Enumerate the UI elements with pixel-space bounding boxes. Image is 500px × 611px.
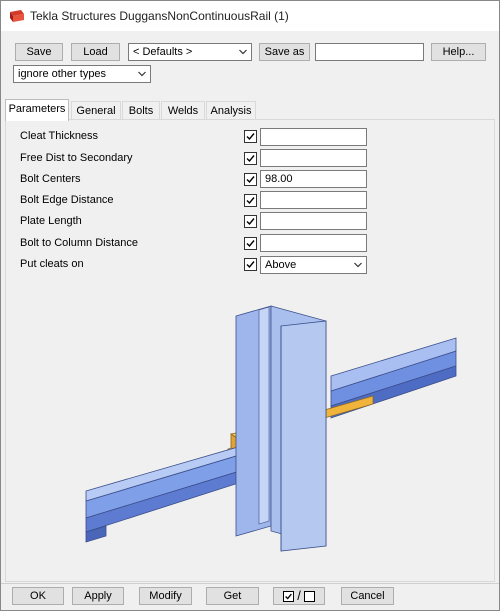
param-input-bolt-to-column[interactable] (260, 234, 367, 252)
checked-box-icon (283, 590, 295, 602)
param-input-bolt-centers[interactable]: 98.00 (260, 170, 367, 188)
right-rail (320, 337, 457, 420)
tab-parameters[interactable]: Parameters (5, 99, 69, 121)
param-input-bolt-edge-distance[interactable] (260, 191, 367, 209)
checkmark-icon (246, 176, 255, 184)
param-input-cleat-thickness[interactable] (260, 128, 367, 146)
chevron-down-icon (239, 49, 247, 55)
checkmark-icon (246, 261, 255, 269)
ok-button[interactable]: OK (12, 587, 64, 605)
param-input-plate-length[interactable] (260, 212, 367, 230)
save-as-name-input[interactable] (315, 43, 424, 61)
tab-general[interactable]: General (71, 101, 121, 120)
window-title: Tekla Structures DuggansNonContinuousRai… (30, 9, 289, 23)
param-label-plate-length: Plate Length (20, 215, 82, 227)
toggle-separator: / (297, 588, 301, 603)
help-button[interactable]: Help... (431, 43, 486, 61)
chevron-down-icon (138, 71, 146, 77)
cancel-button[interactable]: Cancel (341, 587, 394, 605)
footer-separator (1, 583, 499, 584)
checkmark-icon (246, 240, 255, 248)
toggle-all-checkboxes-button[interactable]: / (273, 587, 325, 605)
put-cleats-on-select[interactable]: Above (260, 256, 367, 274)
tab-bolts[interactable]: Bolts (122, 101, 160, 120)
chevron-down-icon (354, 262, 362, 268)
checkmark-icon (246, 197, 255, 205)
param-checkbox-free-dist[interactable] (244, 152, 257, 165)
tekla-app-icon (10, 10, 24, 22)
checkmark-icon (246, 133, 255, 141)
param-checkbox-put-cleats-on[interactable] (244, 258, 257, 271)
defaults-select[interactable]: < Defaults > (128, 43, 252, 61)
checkmark-icon (246, 218, 255, 226)
get-button[interactable]: Get (206, 587, 259, 605)
apply-button[interactable]: Apply (72, 587, 124, 605)
param-label-free-dist: Free Dist to Secondary (20, 152, 133, 164)
param-checkbox-bolt-to-column[interactable] (244, 237, 257, 250)
param-label-bolt-edge-distance: Bolt Edge Distance (20, 194, 114, 206)
tab-welds[interactable]: Welds (161, 101, 205, 120)
connection-illustration (85, 305, 457, 552)
param-label-put-cleats-on: Put cleats on (20, 258, 84, 270)
filter-select-value: ignore other types (18, 68, 107, 80)
column (235, 305, 327, 552)
param-checkbox-cleat-thickness[interactable] (244, 130, 257, 143)
filter-select[interactable]: ignore other types (13, 65, 151, 83)
save-as-button[interactable]: Save as (259, 43, 310, 61)
dialog-window: Tekla Structures DuggansNonContinuousRai… (0, 0, 500, 611)
param-checkbox-bolt-edge-distance[interactable] (244, 194, 257, 207)
tab-analysis[interactable]: Analysis (206, 101, 256, 120)
param-checkbox-bolt-centers[interactable] (244, 173, 257, 186)
param-label-bolt-to-column: Bolt to Column Distance (20, 237, 138, 249)
unchecked-box-icon (303, 590, 315, 602)
title-bar[interactable]: Tekla Structures DuggansNonContinuousRai… (1, 1, 499, 31)
param-label-bolt-centers: Bolt Centers (20, 173, 81, 185)
load-button[interactable]: Load (71, 43, 120, 61)
modify-button[interactable]: Modify (139, 587, 192, 605)
defaults-select-value: < Defaults > (133, 46, 193, 58)
param-checkbox-plate-length[interactable] (244, 215, 257, 228)
put-cleats-on-value: Above (265, 259, 297, 271)
param-input-free-dist[interactable] (260, 149, 367, 167)
param-label-cleat-thickness: Cleat Thickness (20, 130, 99, 142)
save-button[interactable]: Save (15, 43, 63, 61)
checkmark-icon (246, 155, 255, 163)
